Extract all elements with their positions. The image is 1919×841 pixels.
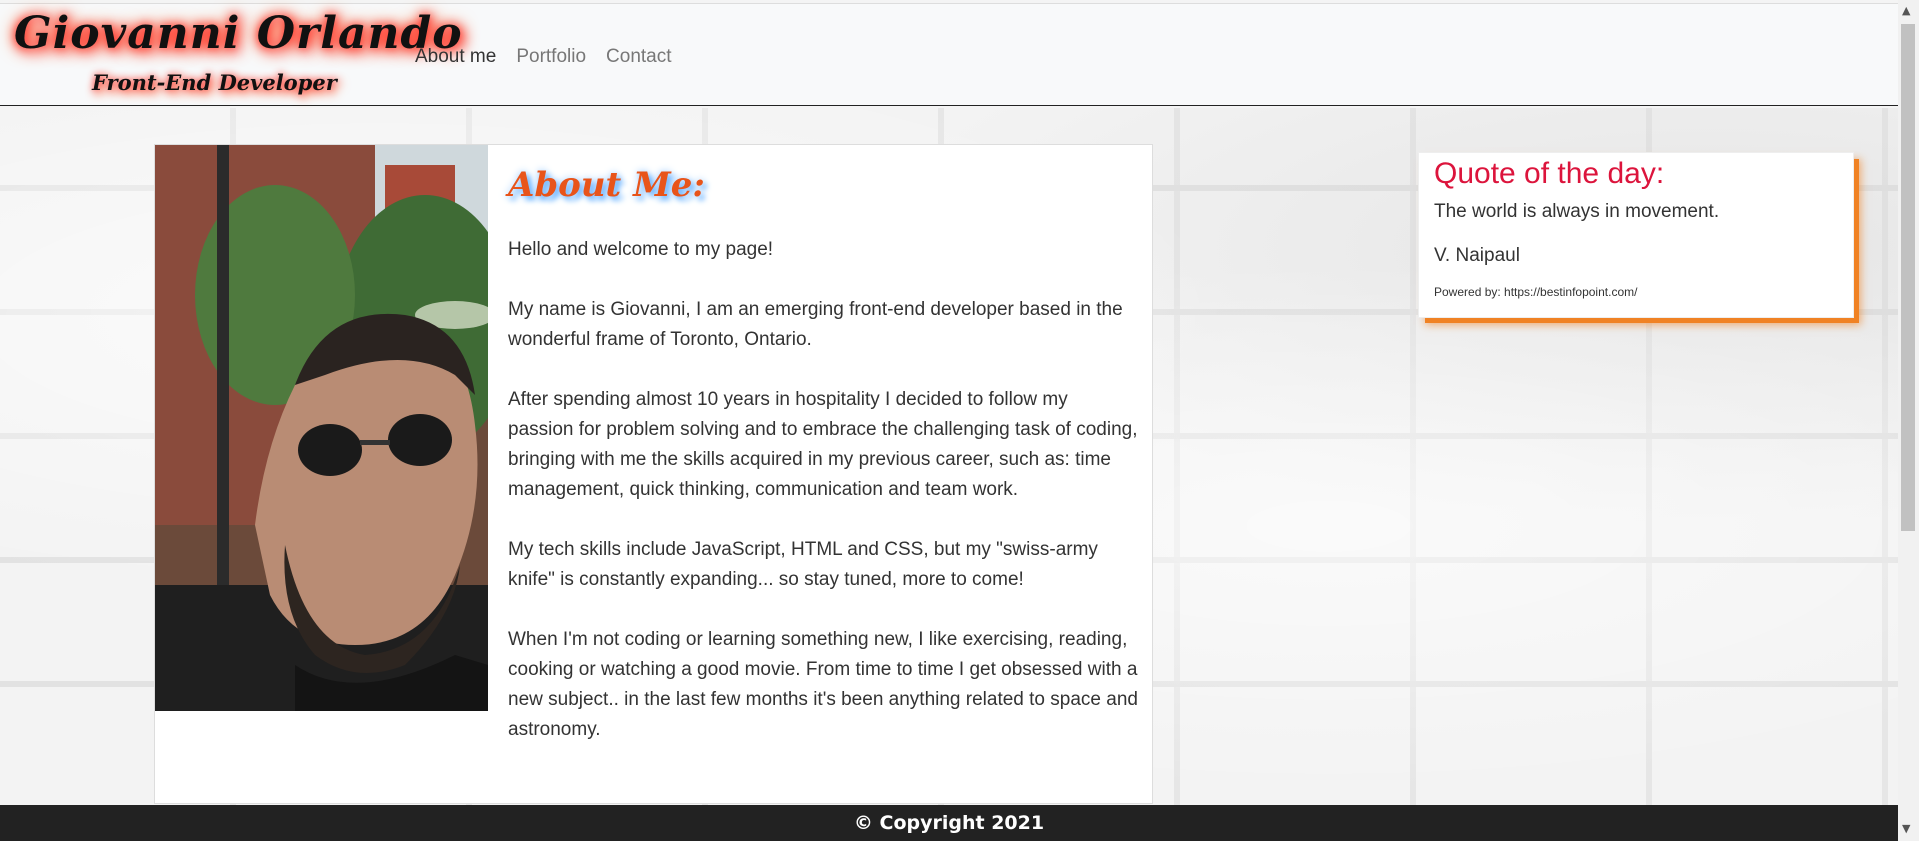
about-paragraph: After spending almost 10 years in hospit…: [508, 389, 1138, 500]
brand-logo[interactable]: Giovanni Orlando Front-End Developer: [14, 8, 462, 104]
vertical-scrollbar[interactable]: ▲ ▼: [1898, 0, 1919, 841]
nav-about-me[interactable]: About me: [415, 46, 496, 68]
about-paragraph: Hello and welcome to my page!: [508, 239, 774, 260]
about-paragraph: My tech skills include JavaScript, HTML …: [508, 539, 1098, 590]
about-title: About Me:: [508, 165, 705, 205]
profile-photo: [155, 145, 488, 711]
brand-subtitle: Front-End Developer: [92, 70, 337, 95]
quote-author: V. Naipaul: [1434, 245, 1520, 266]
about-paragraph: When I'm not coding or learning somethin…: [508, 629, 1138, 740]
brand-name: Giovanni Orlando: [14, 8, 463, 59]
scroll-up-arrow-icon[interactable]: ▲: [1902, 4, 1910, 17]
quote-title: Quote of the day:: [1434, 157, 1665, 190]
navbar: Giovanni Orlando Front-End Developer Abo…: [0, 3, 1898, 106]
nav-portfolio[interactable]: Portfolio: [516, 46, 586, 68]
about-paragraph: My name is Giovanni, I am an emerging fr…: [508, 299, 1123, 350]
scroll-down-arrow-icon[interactable]: ▼: [1902, 822, 1910, 835]
quote-text: The world is always in movement.: [1434, 201, 1720, 222]
nav-links: About me Portfolio Contact: [415, 46, 672, 68]
about-text: Hello and welcome to my page! My name is…: [508, 235, 1138, 775]
scrollbar-thumb[interactable]: [1901, 24, 1915, 531]
footer: © Copyright 2021: [0, 805, 1898, 841]
nav-contact[interactable]: Contact: [606, 46, 671, 68]
about-card: About Me: Hello and welcome to my page! …: [154, 144, 1153, 804]
copyright-text: © Copyright 2021: [853, 812, 1045, 834]
quote-card: Quote of the day: The world is always in…: [1418, 152, 1854, 318]
quote-powered-by: Powered by: https://bestinfopoint.com/: [1434, 285, 1638, 299]
